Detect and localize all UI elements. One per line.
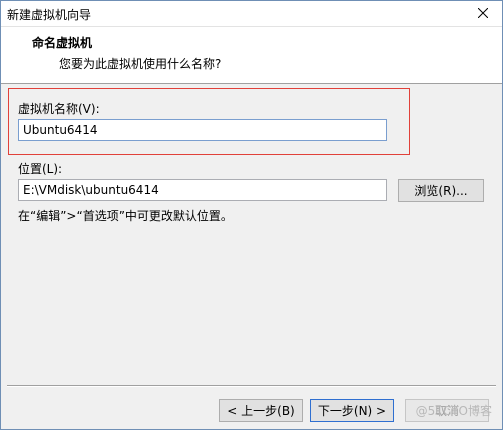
wizard-window: 新建虚拟机向导 命名虚拟机 您要为此虚拟机使用什么名称? 虚拟机名称(V): 位… <box>0 0 503 430</box>
vm-name-input[interactable] <box>18 119 387 141</box>
back-button[interactable]: < 上一步(B) <box>219 399 303 422</box>
close-icon <box>478 8 488 18</box>
title-bar: 新建虚拟机向导 <box>1 1 502 27</box>
location-label: 位置(L): <box>18 162 63 176</box>
watermark-text: @51CTO博客 <box>415 404 492 418</box>
wizard-header: 命名虚拟机 您要为此虚拟机使用什么名称? <box>1 27 502 84</box>
next-button[interactable]: 下一步(N) > <box>310 399 394 422</box>
vm-name-label: 虚拟机名称(V): <box>18 102 100 116</box>
window-title: 新建虚拟机向导 <box>7 8 92 22</box>
close-button[interactable] <box>474 4 492 22</box>
browse-button[interactable]: 浏览(R)... <box>398 179 484 202</box>
location-hint: 在“编辑”>“首选项”中可更改默认位置。 <box>18 209 233 223</box>
footer-separator <box>7 385 496 387</box>
page-title: 命名虚拟机 <box>32 36 93 50</box>
location-input[interactable] <box>18 179 387 201</box>
page-subtitle: 您要为此虚拟机使用什么名称? <box>59 57 222 71</box>
